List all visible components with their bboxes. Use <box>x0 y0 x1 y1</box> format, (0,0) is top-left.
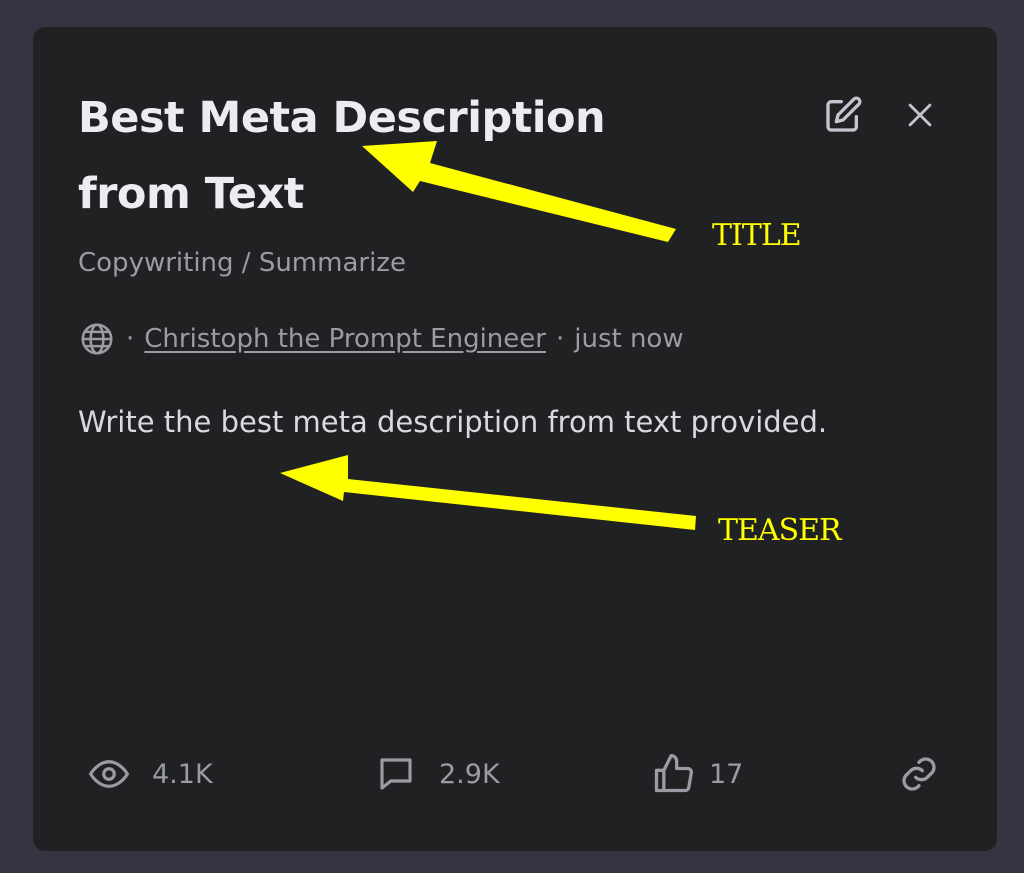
prompt-meta: · Christoph the Prompt Engineer · just n… <box>78 321 684 357</box>
comments-count: 2.9K <box>439 758 500 790</box>
teaser-annotation: TEASER <box>718 513 842 548</box>
likes-count: 17 <box>709 758 744 790</box>
eye-icon <box>88 760 130 788</box>
like-button[interactable]: 17 <box>651 752 743 796</box>
close-icon <box>908 103 932 127</box>
views-count: 4.1K <box>152 758 213 790</box>
copy-link-button[interactable] <box>897 752 941 796</box>
edit-button[interactable] <box>821 93 865 137</box>
meta-separator: · <box>126 324 135 354</box>
prompt-title: Best Meta Description from Text <box>78 93 606 219</box>
timestamp: just now <box>574 324 684 354</box>
title-annotation: TITLE <box>712 218 802 253</box>
prompt-card: Best Meta Description from Text Copywrit… <box>33 27 997 851</box>
globe-icon <box>81 323 113 355</box>
thumbs-up-icon <box>654 754 693 793</box>
link-icon <box>902 757 936 791</box>
comments-stat: 2.9K <box>375 752 500 796</box>
comment-icon <box>380 758 412 790</box>
prompt-category: Copywriting / Summarize <box>78 248 406 278</box>
meta-separator: · <box>555 324 565 354</box>
edit-icon <box>826 96 862 132</box>
author-link[interactable]: Christoph the Prompt Engineer <box>144 324 546 354</box>
close-button[interactable] <box>898 93 942 137</box>
views-stat: 4.1K <box>88 752 213 796</box>
prompt-teaser: Write the best meta description from tex… <box>78 405 828 439</box>
